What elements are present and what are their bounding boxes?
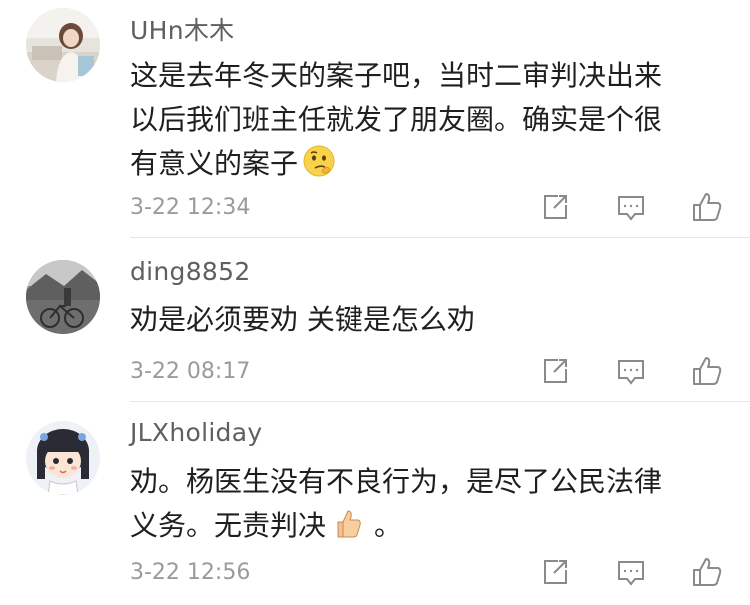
comment-actions [538,354,728,388]
comment-line-text: 以后我们班主任就发了朋友圈。确实是个很 [130,103,663,136]
reply-icon[interactable] [614,354,648,388]
username[interactable]: ding8852 [130,257,251,286]
avatar[interactable] [26,421,100,495]
thumbs-up-emoji [330,506,364,553]
username[interactable]: JLXholiday [130,418,262,447]
like-icon[interactable] [690,555,724,589]
timestamp: 3-22 12:34 [130,195,251,220]
like-icon[interactable] [690,190,724,224]
comment-trailing-punct: 。 [374,509,403,542]
comment-line-text: 有意义的案子 [130,147,299,180]
like-icon[interactable] [690,354,724,388]
comment-item: JLXholiday 劝。杨医生没有不良行为，是尽了公民法律 义务。无责判决 。… [0,402,750,605]
timestamp: 3-22 08:17 [130,359,251,384]
comment-actions [538,555,728,589]
username[interactable]: UHn木木 [130,11,234,47]
reply-icon[interactable] [614,190,648,224]
share-icon[interactable] [538,190,572,224]
comment-line-text: 义务。无责判决 [130,509,327,542]
comment-actions [538,190,728,224]
comment-item: UHn木木 这是去年冬天的案子吧，当时二审判决出来 以后我们班主任就发了朋友圈。… [0,0,750,238]
comment-line: 劝。杨医生没有不良行为，是尽了公民法律 [130,465,663,498]
thinking-face-emoji [302,144,336,191]
share-icon[interactable] [538,354,572,388]
comment-line: 义务。无责判决 。 [130,504,710,553]
comment-text: 劝。杨医生没有不良行为，是尽了公民法律 义务。无责判决 。 [130,460,710,553]
share-icon[interactable] [538,555,572,589]
timestamp: 3-22 12:56 [130,560,251,585]
comment-text: 劝是必须要劝 关键是怎么劝 [130,298,710,342]
comment-item: ding8852 劝是必须要劝 关键是怎么劝 3-22 08:17 [0,238,750,402]
reply-icon[interactable] [614,555,648,589]
comment-line: 以后我们班主任就发了朋友圈。确实是个很 [130,98,710,142]
comment-line: 有意义的案子 [130,142,710,191]
comment-line: 这是去年冬天的案子吧，当时二审判决出来 [130,59,663,92]
avatar[interactable] [26,260,100,334]
avatar[interactable] [26,8,100,82]
comment-line: 劝是必须要劝 关键是怎么劝 [130,303,475,336]
comment-text: 这是去年冬天的案子吧，当时二审判决出来 以后我们班主任就发了朋友圈。确实是个很 … [130,54,710,191]
